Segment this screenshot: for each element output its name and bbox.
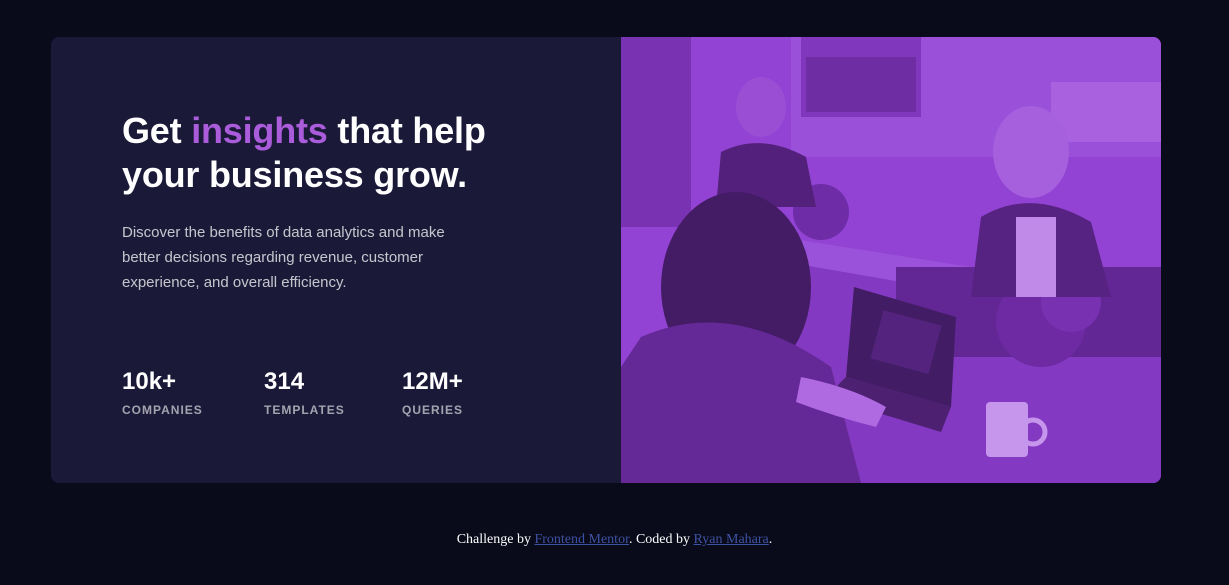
headline-before: Get xyxy=(122,110,192,151)
stats-row: 10k+ COMPANIES 314 TEMPLATES 12M+ QUERIE… xyxy=(122,367,522,417)
frontend-mentor-link[interactable]: Frontend Mentor xyxy=(534,532,629,547)
stat-label: TEMPLATES xyxy=(264,403,345,417)
stat-templates: 314 TEMPLATES xyxy=(264,367,402,417)
stat-companies: 10k+ COMPANIES xyxy=(122,367,264,417)
office-team-photo xyxy=(621,37,1161,483)
stat-label: COMPANIES xyxy=(122,403,203,417)
attribution-middle: . Coded by xyxy=(628,532,694,547)
headline: Get insights that help your business gro… xyxy=(122,109,542,197)
description: Discover the benefits of data analytics … xyxy=(122,224,445,291)
office-photo-illustration xyxy=(621,37,1161,483)
stats-preview-card: Get insights that help your business gro… xyxy=(51,37,1161,483)
attribution-suffix: . xyxy=(768,532,773,547)
stat-value: 314 xyxy=(264,368,305,395)
stat-queries: 12M+ QUERIES xyxy=(402,367,522,417)
stat-value: 12M+ xyxy=(402,368,463,395)
stat-label: QUERIES xyxy=(402,403,464,417)
headline-accent: insights xyxy=(191,110,328,151)
card-text-panel: Get insights that help your business gro… xyxy=(51,37,621,483)
attribution: Challenge by Frontend Mentor. Coded by R… xyxy=(0,531,1229,549)
stat-value: 10k+ xyxy=(122,368,177,395)
author-link[interactable]: Ryan Mahara xyxy=(694,532,769,547)
attribution-prefix: Challenge by xyxy=(456,532,535,547)
